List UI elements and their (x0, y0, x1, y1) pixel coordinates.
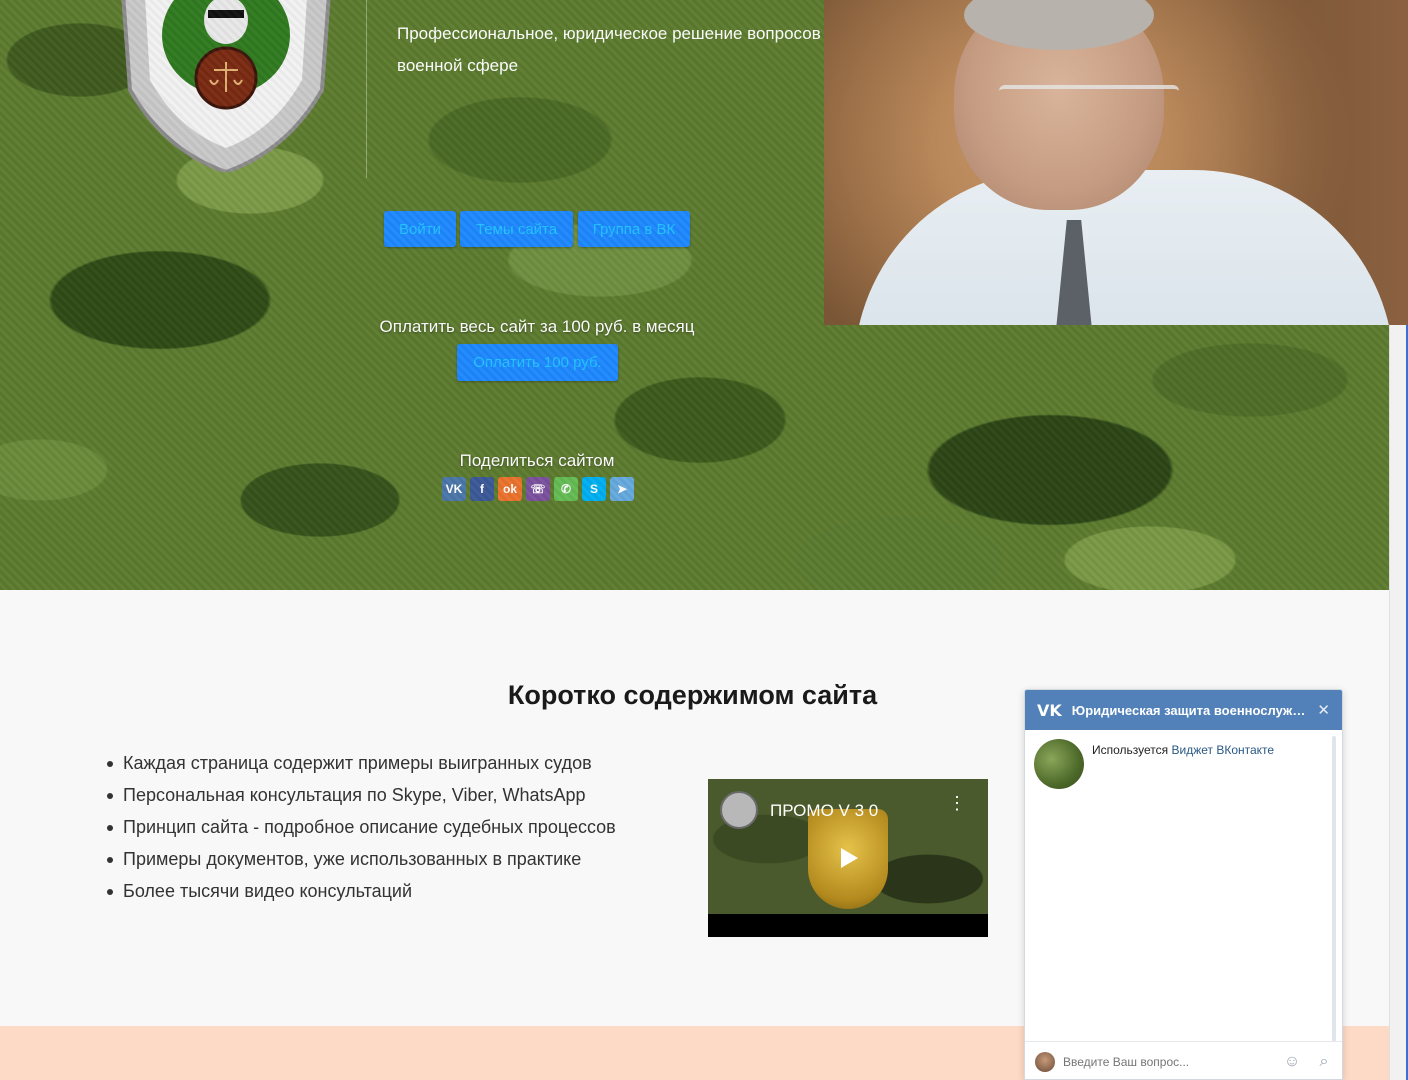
list-item: Более тысячи видео консультаций (105, 879, 616, 911)
viber-icon[interactable]: ☏ (526, 477, 550, 501)
youtube-video-embed[interactable]: ПРОМО V 3 0 ⋮ (708, 779, 988, 937)
section-title: Коротко содержимом сайта (507, 680, 878, 710)
list-item: Каждая страница содержит примеры выигран… (105, 751, 616, 783)
group-avatar (1034, 739, 1084, 789)
vk-widget-title: Юридическая защита военнослужа... (1071, 702, 1310, 718)
vk-icon[interactable]: VK (442, 477, 466, 501)
webcam-video-overlay (824, 0, 1408, 325)
pay-button[interactable]: Оплатить 100 руб. (457, 344, 618, 381)
site-themes-button[interactable]: Темы сайта (460, 211, 573, 247)
skype-icon[interactable]: S (582, 477, 606, 501)
header-divider (366, 0, 367, 178)
list-item: Принцип сайта - подробное описание судеб… (105, 815, 616, 847)
odnoklassniki-icon[interactable]: ok (498, 477, 522, 501)
user-avatar (1035, 1051, 1055, 1072)
page-scrollbar[interactable] (1389, 325, 1408, 1080)
login-button[interactable]: Войти (384, 211, 456, 247)
vk-group-button[interactable]: Группа в ВК (578, 211, 690, 247)
question-input[interactable] (1063, 1054, 1270, 1069)
vk-credit-prefix: Используется (1092, 743, 1172, 757)
emoji-icon[interactable]: ☺ (1282, 1052, 1302, 1072)
list-item: Персональная консультация по Skype, Vibe… (105, 783, 616, 815)
logo (121, 0, 331, 172)
play-icon[interactable] (825, 842, 871, 874)
vk-widget-body: Используется Виджет ВКонтакте (1025, 730, 1342, 1042)
pay-description: Оплатить весь сайт за 100 руб. в месяц (379, 317, 695, 336)
vk-widget-credit: Используется Виджет ВКонтакте (1092, 743, 1274, 757)
share-label: Поделиться сайтом (459, 451, 615, 470)
channel-avatar[interactable] (720, 791, 758, 829)
attach-icon[interactable]: ⌕ (1314, 1052, 1334, 1072)
vk-widget-link[interactable]: Виджет ВКонтакте (1172, 743, 1275, 757)
vk-messages-widget: VK Юридическая защита военнослужа... ✕ И… (1024, 689, 1343, 1080)
facebook-icon[interactable]: f (470, 477, 494, 501)
vk-message-composer: ☺ ⌕ (1025, 1041, 1342, 1079)
list-item: Примеры документов, уже использованных в… (105, 847, 616, 879)
vk-widget-header: VK Юридическая защита военнослужа... ✕ (1025, 690, 1342, 730)
vk-widget-scrollbar[interactable] (1332, 736, 1336, 1042)
vk-logo-icon: VK (1037, 700, 1062, 720)
whatsapp-icon[interactable]: ✆ (554, 477, 578, 501)
share-buttons: VK f ok ☏ ✆ S ➤ (442, 477, 634, 501)
close-icon[interactable]: ✕ (1317, 701, 1330, 719)
site-tagline: Профессиональное, юридическое решение во… (397, 24, 835, 75)
features-list: Каждая страница содержит примеры выигран… (105, 751, 616, 911)
video-title[interactable]: ПРОМО V 3 0 (770, 801, 878, 821)
telegram-icon[interactable]: ➤ (610, 477, 634, 501)
more-vert-icon[interactable]: ⋮ (948, 794, 966, 812)
page: Профессиональное, юридическое решение во… (0, 0, 1408, 1080)
